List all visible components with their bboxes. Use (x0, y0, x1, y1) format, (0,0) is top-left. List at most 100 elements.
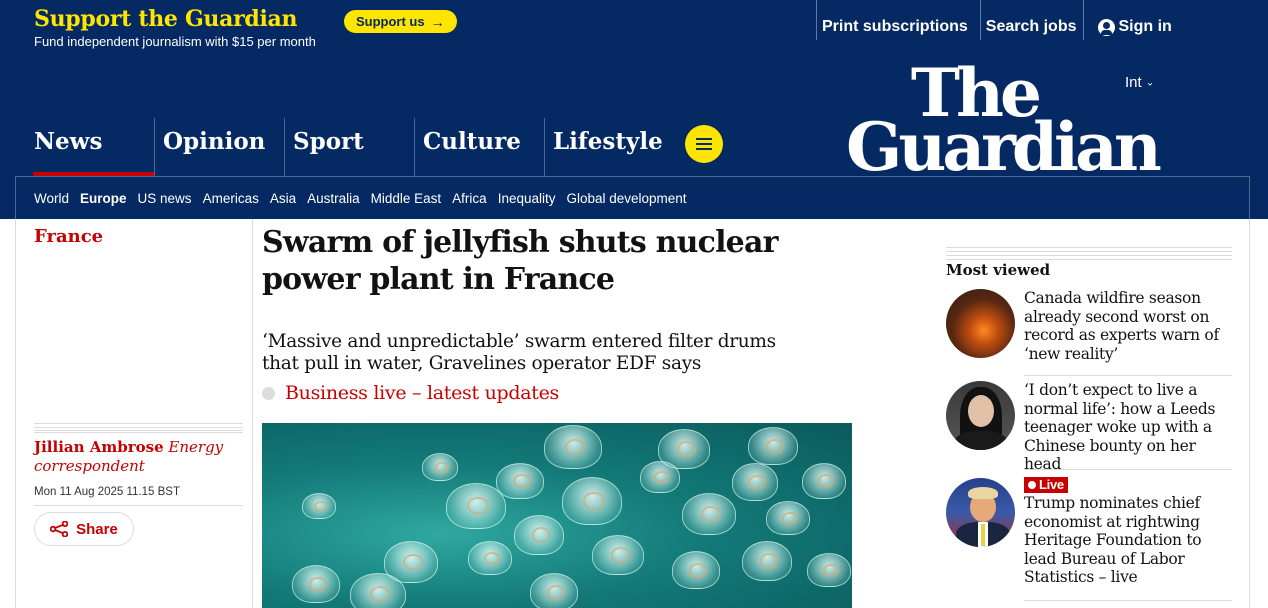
support-banner: Support the Guardian Fund independent jo… (0, 0, 1268, 58)
jellyfish-shape (544, 425, 602, 469)
pillar-sport[interactable]: Sport (284, 118, 414, 176)
most-viewed-item[interactable]: Live Trump nominates chief economist at … (946, 475, 1232, 590)
jellyfish-shape (562, 477, 622, 525)
menu-button[interactable] (685, 125, 723, 163)
most-viewed-text-block: Live Trump nominates chief economist at … (1024, 475, 1232, 587)
share-icon (50, 521, 69, 537)
user-icon (1097, 19, 1115, 36)
most-viewed-headline: Canada wildfire season already second wo… (1024, 289, 1219, 363)
share-label: Share (76, 520, 118, 538)
column-divider (252, 219, 253, 608)
subnav-world[interactable]: World (34, 191, 69, 206)
frame-line-left (15, 219, 16, 608)
jellyfish-shape (766, 501, 810, 535)
guardian-logo[interactable]: The Guardian (846, 60, 1162, 187)
most-viewed-divider (1024, 600, 1232, 601)
thumb-tie (981, 524, 985, 546)
byline-rule (34, 423, 243, 433)
jellyfish-shape (802, 463, 846, 499)
most-viewed-item[interactable]: Canada wildfire season already second wo… (946, 289, 1232, 369)
article-standfirst: ‘Massive and unpredictable’ swarm entere… (262, 331, 776, 374)
subnav-africa[interactable]: Africa (452, 191, 487, 206)
most-viewed-title: Most viewed (946, 261, 1051, 279)
jellyfish-shape (292, 565, 340, 603)
top-links: Print subscriptions Search jobs Sign in (816, 0, 1178, 58)
search-jobs-link[interactable]: Search jobs (979, 0, 1083, 40)
jellyfish-shape (468, 541, 512, 575)
jellyfish-shape (640, 461, 680, 493)
most-viewed-divider (1024, 469, 1232, 470)
live-badge: Live (1024, 477, 1068, 493)
rule-line (946, 247, 1232, 248)
jellyfish-shape (302, 493, 336, 519)
section-label[interactable]: France (34, 226, 103, 247)
sign-in-link[interactable]: Sign in (1082, 0, 1178, 40)
portrait-thumbnail (946, 478, 1015, 547)
dateline: Mon 11 Aug 2025 11.15 BST (34, 486, 180, 498)
logo-line-2: Guardian (846, 108, 1162, 187)
support-us-label: Support us (356, 14, 425, 29)
rule-line (946, 259, 1232, 260)
most-viewed-headline: ‘I don’t expect to live a normal life’: … (1024, 381, 1216, 473)
thumb-hair (968, 487, 998, 499)
live-badge-label: Live (1039, 476, 1064, 492)
support-title: Support the Guardian (34, 6, 298, 32)
sub-navigation: World Europe US news Americas Asia Austr… (15, 176, 1250, 219)
rule-line (946, 251, 1232, 252)
thumb-body (954, 431, 1008, 450)
subnav-europe[interactable]: Europe (80, 191, 127, 206)
jellyfish-shape (514, 515, 564, 555)
jellyfish-shape (592, 535, 644, 575)
most-viewed-headline: Trump nominates chief economist at right… (1024, 494, 1202, 586)
jellyfish-shape (350, 573, 406, 608)
jellyfish-shape (422, 453, 458, 481)
frame-line-right (1249, 219, 1250, 608)
support-subtitle: Fund independent journalism with $15 per… (34, 34, 316, 49)
rule-line (946, 255, 1232, 256)
most-viewed-item[interactable]: ‘I don’t expect to live a normal life’: … (946, 381, 1232, 473)
pillar-lifestyle[interactable]: Lifestyle (544, 118, 674, 176)
menu-icon-bar (696, 148, 712, 150)
subnav-us-news[interactable]: US news (138, 191, 192, 206)
jellyfish-shape (742, 541, 792, 581)
subnav-australia[interactable]: Australia (307, 191, 360, 206)
business-live-label: Business live – latest updates (285, 382, 559, 404)
portrait-thumbnail (946, 381, 1015, 450)
meta-divider (34, 505, 243, 506)
support-us-button[interactable]: Support us → (344, 10, 457, 33)
most-viewed-divider (1024, 375, 1232, 376)
subnav-global-development[interactable]: Global development (566, 191, 686, 206)
live-dot-icon (262, 386, 275, 400)
wildfire-thumbnail (946, 289, 1015, 358)
subnav-americas[interactable]: Americas (203, 191, 259, 206)
jellyfish-shape (732, 463, 778, 501)
pillar-opinion[interactable]: Opinion (154, 118, 284, 176)
menu-icon-bar (696, 143, 712, 145)
jellyfish-shape (672, 551, 720, 589)
pillar-nav: News Opinion Sport Culture Lifestyle (24, 118, 674, 176)
pillar-culture[interactable]: Culture (414, 118, 544, 176)
subnav-middle-east[interactable]: Middle East (371, 191, 442, 206)
masthead: Int ⌄ The Guardian News Opinion Sport Cu… (0, 58, 1268, 219)
thumb-face (968, 395, 994, 427)
jellyfish-shape (748, 427, 798, 465)
subnav-asia[interactable]: Asia (270, 191, 296, 206)
hero-image-jellyfish[interactable] (262, 423, 852, 608)
menu-icon (696, 138, 712, 140)
sign-in-label: Sign in (1118, 18, 1172, 35)
byline: Jillian Ambrose Energy correspondent (34, 438, 243, 476)
pillar-news[interactable]: News (24, 118, 155, 176)
jellyfish-shape (682, 493, 736, 535)
share-button[interactable]: Share (34, 512, 134, 546)
live-pulse-icon (1028, 481, 1036, 489)
business-live-link[interactable]: Business live – latest updates (262, 382, 559, 404)
jellyfish-shape (496, 463, 544, 499)
jellyfish-shape (807, 553, 851, 587)
subnav-inequality[interactable]: Inequality (498, 191, 556, 206)
print-subscriptions-link[interactable]: Print subscriptions (816, 0, 980, 40)
author-name[interactable]: Jillian Ambrose (34, 438, 164, 456)
arrow-right-icon: → (430, 13, 445, 30)
article-headline: Swarm of jellyfish shuts nuclear power p… (262, 225, 778, 297)
jellyfish-shape (530, 573, 578, 608)
jellyfish-shape (446, 483, 506, 529)
